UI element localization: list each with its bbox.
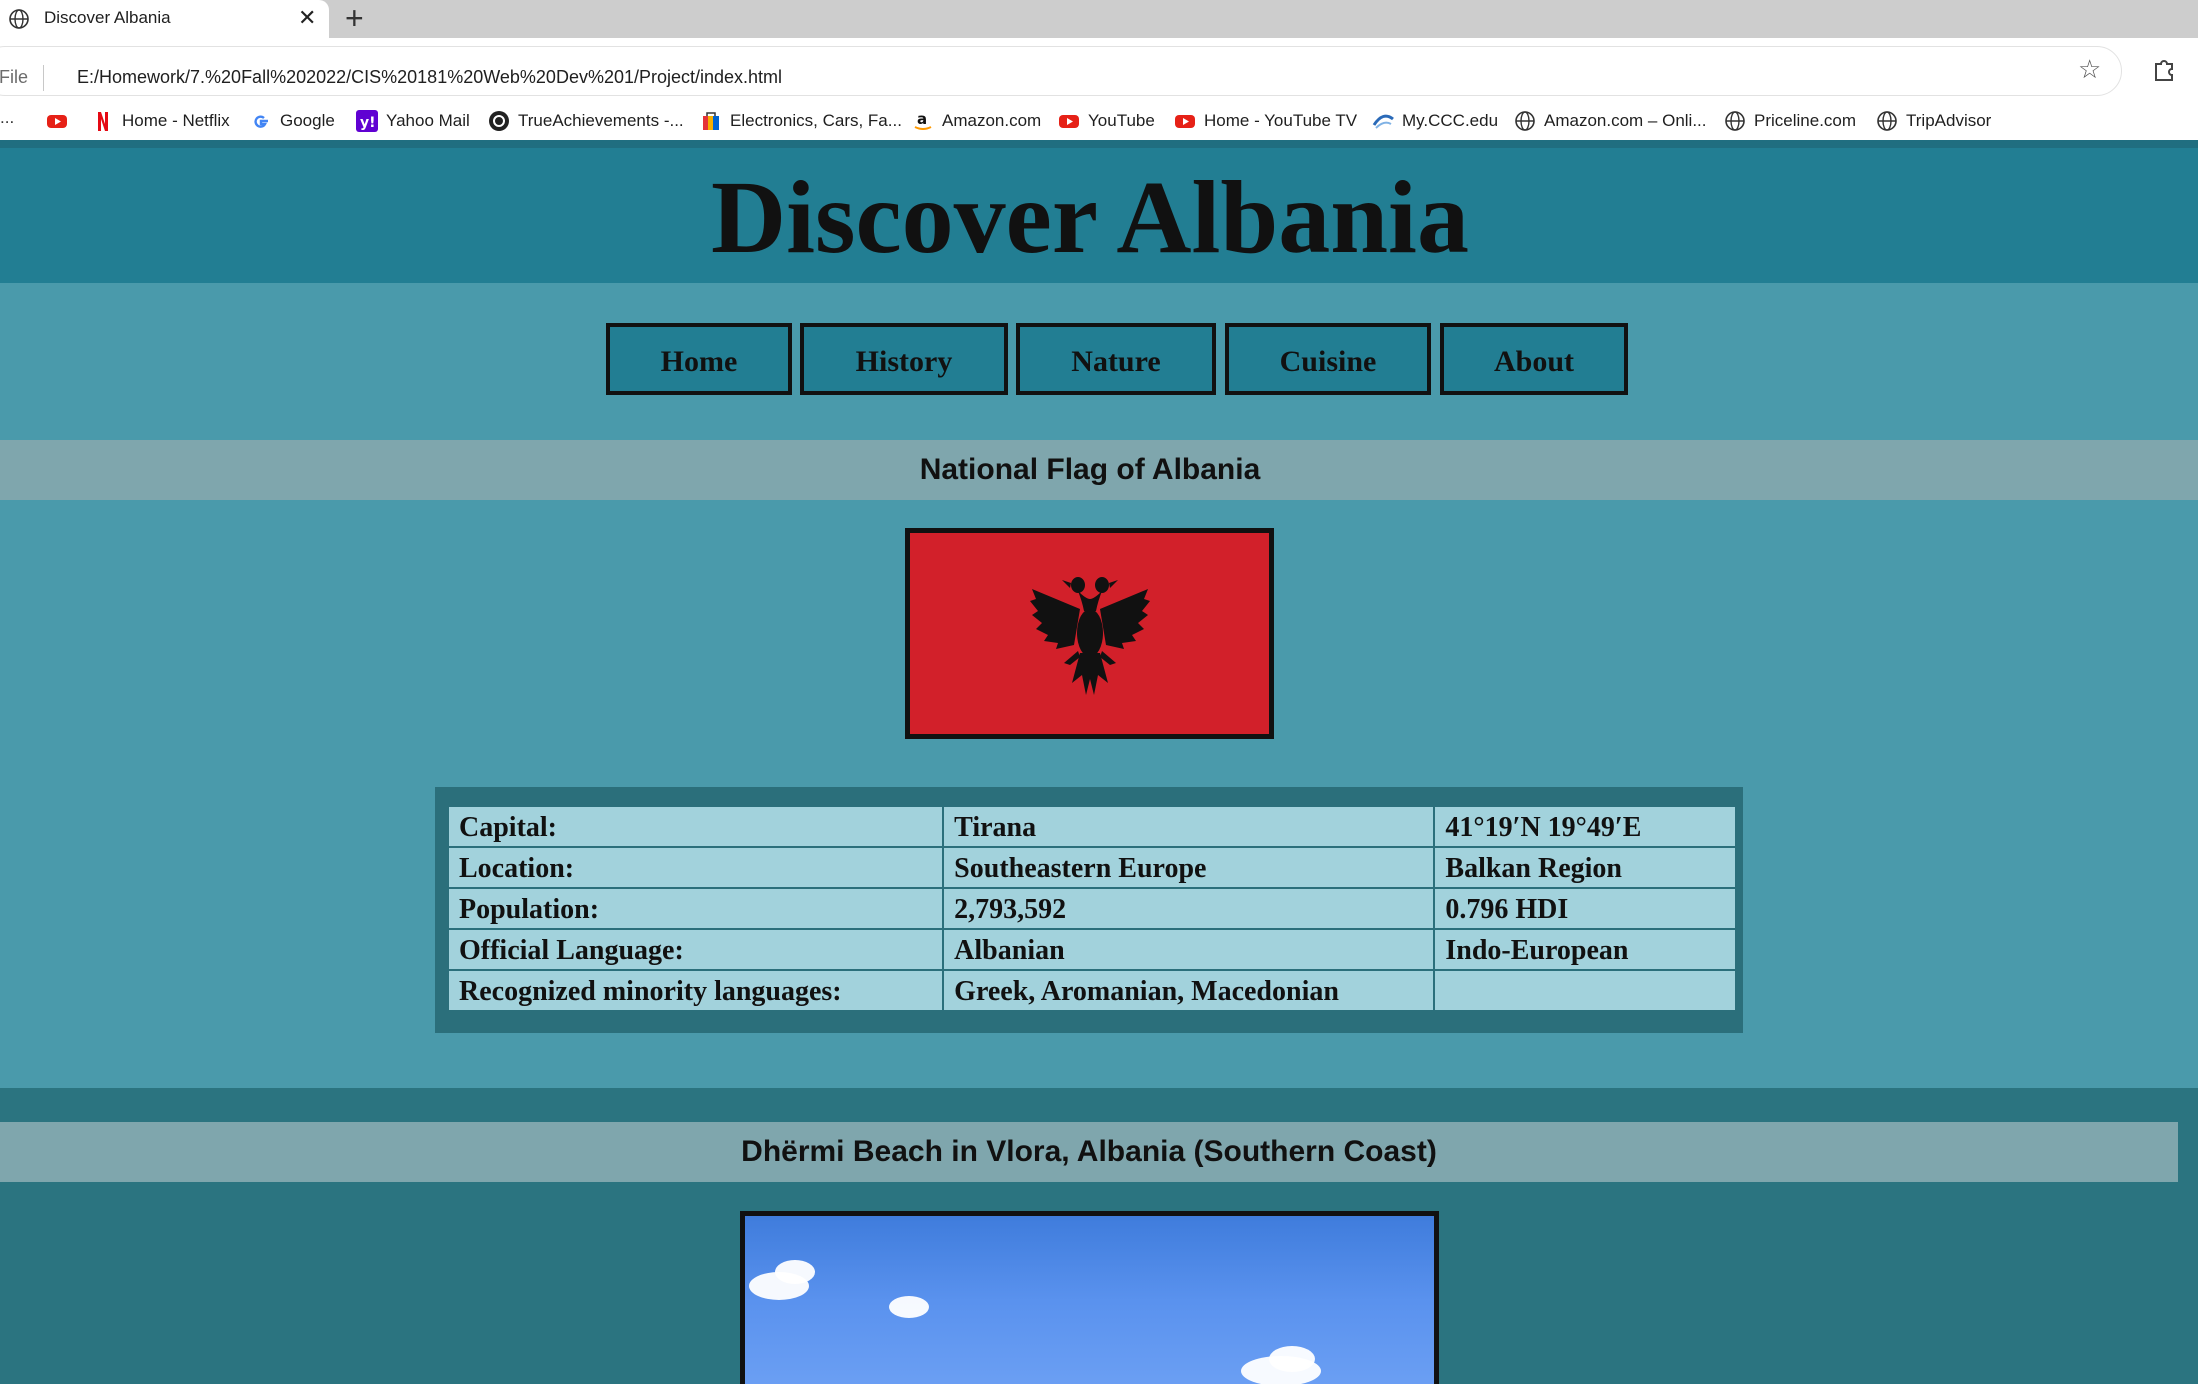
fact-extra: Balkan Region <box>1433 846 1737 889</box>
svg-text:a: a <box>917 110 927 128</box>
bookmark-amazon-online[interactable]: Amazon.com – Onli... <box>1514 109 1707 133</box>
cloud <box>775 1260 815 1284</box>
fact-value: Greek, Aromanian, Macedonian <box>942 969 1436 1012</box>
bookmark-youtube-tv[interactable]: Home - YouTube TV <box>1174 109 1357 133</box>
fact-value: Southeastern Europe <box>942 846 1436 889</box>
youtube-tv-icon <box>1175 115 1195 128</box>
table-row: Official Language: Albanian Indo-Europea… <box>446 928 1737 971</box>
bookmark-youtube[interactable]: YouTube <box>1058 109 1155 133</box>
albania-flag-image <box>905 528 1274 739</box>
file-scheme-label: File <box>0 67 29 87</box>
bookmark-label: Amazon.com – Onli... <box>1544 111 1707 130</box>
table-row: Population: 2,793,592 0.796 HDI <box>446 887 1737 930</box>
fact-value: 2,793,592 <box>942 887 1436 930</box>
beach-section: Dhërmi Beach in Vlora, Albania (Southern… <box>0 1088 2198 1384</box>
browser-tab[interactable]: Discover Albania ✕ <box>0 0 329 38</box>
bookmarks-overflow[interactable]: ... <box>0 108 14 128</box>
bookmark-myccc[interactable]: My.CCC.edu <box>1372 109 1498 133</box>
globe-icon <box>1515 111 1535 131</box>
amazon-icon: a <box>914 110 932 130</box>
fact-extra: 41°19′N 19°49′E <box>1433 805 1737 848</box>
fact-extra: Indo-European <box>1433 928 1737 971</box>
facts-table-frame: Capital: Tirana 41°19′N 19°49′E Location… <box>435 787 1743 1033</box>
fact-label: Capital: <box>446 805 945 848</box>
netflix-icon <box>98 112 108 131</box>
bookmark-label: YouTube <box>1088 111 1155 130</box>
fact-label: Recognized minority languages: <box>446 969 945 1012</box>
page-top-band <box>0 140 2198 148</box>
cloud <box>1269 1346 1315 1372</box>
web-page: Discover Albania Home History Nature Cui… <box>0 148 2198 1384</box>
trueachievements-icon <box>489 111 509 131</box>
nav-history-button[interactable]: History <box>800 323 1008 395</box>
fact-label: Population: <box>446 887 945 930</box>
google-icon <box>254 115 268 128</box>
globe-icon <box>1725 111 1745 131</box>
fact-extra <box>1433 969 1737 1012</box>
fact-extra: 0.796 HDI <box>1433 887 1737 930</box>
globe-icon <box>9 9 29 29</box>
tab-strip: Discover Albania ✕ + <box>0 0 2198 38</box>
globe-icon <box>1877 111 1897 131</box>
fact-value: Tirana <box>942 805 1436 848</box>
flag-heading-bar: National Flag of Albania <box>0 440 2198 500</box>
bookmark-label: Google <box>280 111 335 130</box>
ccc-icon <box>1372 114 1394 129</box>
ebay-icon <box>703 112 719 130</box>
bookmark-netflix[interactable]: Home - Netflix <box>92 109 230 133</box>
bookmark-label: Priceline.com <box>1754 111 1857 130</box>
bookmark-google[interactable]: Google <box>250 109 335 133</box>
nav-about-button[interactable]: About <box>1440 323 1628 395</box>
nav-nature-button[interactable]: Nature <box>1016 323 1216 395</box>
bookmark-youtube-short[interactable] <box>46 109 76 133</box>
nav-home-button[interactable]: Home <box>606 323 792 395</box>
close-tab-icon[interactable]: ✕ <box>298 5 316 31</box>
nav-cuisine-button[interactable]: Cuisine <box>1225 323 1431 395</box>
extensions-icon[interactable] <box>2150 54 2178 82</box>
bookmark-label: My.CCC.edu <box>1402 111 1499 130</box>
bookmark-label: Home - YouTube TV <box>1204 111 1358 130</box>
yahoo-icon: y! <box>356 110 378 132</box>
dhermi-beach-photo <box>740 1211 1439 1384</box>
bookmark-yahoo-mail[interactable]: y! Yahoo Mail <box>356 109 470 133</box>
svg-text:y!: y! <box>360 115 376 131</box>
fact-value: Albanian <box>942 928 1436 971</box>
bookmark-label: Amazon.com <box>942 111 1042 130</box>
site-title: Discover Albania <box>711 160 1469 275</box>
bookmark-amazon[interactable]: a Amazon.com <box>912 109 1041 133</box>
double-headed-eagle-icon <box>1030 577 1150 695</box>
main-nav: Home History Nature Cuisine About <box>0 323 2180 395</box>
table-row: Capital: Tirana 41°19′N 19°49′E <box>446 805 1737 848</box>
new-tab-button[interactable]: + <box>345 1 364 35</box>
address-divider <box>43 65 44 91</box>
cloud <box>889 1296 929 1318</box>
bookmark-label: Electronics, Cars, Fa... <box>730 111 902 130</box>
youtube-icon <box>1059 115 1079 128</box>
flag-heading: National Flag of Albania <box>919 453 1261 486</box>
facts-table: Capital: Tirana 41°19′N 19°49′E Location… <box>446 805 1737 1012</box>
bookmark-priceline[interactable]: Priceline.com <box>1724 109 1856 133</box>
table-row: Recognized minority languages: Greek, Ar… <box>446 969 1737 1012</box>
beach-heading: Dhërmi Beach in Vlora, Albania (Southern… <box>741 1135 1437 1168</box>
beach-heading-bar: Dhërmi Beach in Vlora, Albania (Southern… <box>0 1122 2178 1182</box>
youtube-icon <box>47 115 67 128</box>
bookmark-label: TripAdvisor <box>1906 111 1992 130</box>
bookmark-label: Yahoo Mail <box>386 111 470 130</box>
tab-title: Discover Albania <box>44 8 171 27</box>
url-text[interactable]: E:/Homework/7.%20Fall%202022/CIS%20181%2… <box>77 67 782 88</box>
fact-label: Location: <box>446 846 945 889</box>
site-header: Discover Albania <box>0 148 2198 283</box>
bookmark-trueachievements[interactable]: TrueAchievements -... <box>488 109 684 133</box>
bookmarks-bar: ... Home - Netflix Google y! Yahoo Mail … <box>0 102 2198 140</box>
bookmark-label: TrueAchievements -... <box>518 111 684 130</box>
favorite-star-icon[interactable]: ☆ <box>2078 54 2101 85</box>
table-row: Location: Southeastern Europe Balkan Reg… <box>446 846 1737 889</box>
bookmark-label: Home - Netflix <box>122 111 230 130</box>
address-bar[interactable]: File E:/Homework/7.%20Fall%202022/CIS%20… <box>0 46 2122 96</box>
fact-label: Official Language: <box>446 928 945 971</box>
browser-toolbar: File E:/Homework/7.%20Fall%202022/CIS%20… <box>0 38 2198 102</box>
bookmark-tripadvisor[interactable]: TripAdvisor <box>1876 109 1991 133</box>
bookmark-ebay[interactable]: Electronics, Cars, Fa... <box>700 109 902 133</box>
